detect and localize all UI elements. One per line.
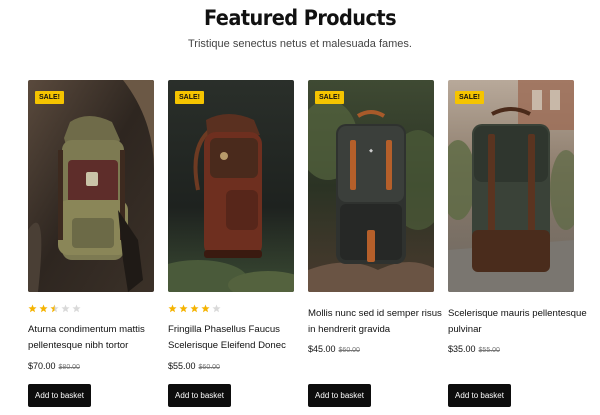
star-icon xyxy=(212,304,221,313)
star-half-icon xyxy=(50,304,59,313)
add-to-basket-button[interactable]: Add to basket xyxy=(28,384,91,407)
product-image[interactable]: SALE! xyxy=(28,80,154,292)
star-icon xyxy=(168,304,177,313)
star-icon xyxy=(190,304,199,313)
product-image[interactable]: ◆ SALE! xyxy=(308,80,434,292)
current-price: $35.00 xyxy=(448,344,476,354)
current-price: $70.00 xyxy=(28,361,56,371)
star-icon xyxy=(61,304,70,313)
product-name[interactable]: Scelerisque mauris pellentesque pulvinar xyxy=(448,306,588,338)
product-card: ◆ SALE! Mollis nunc sed id semper risus … xyxy=(308,80,442,407)
star-rating xyxy=(168,304,221,314)
product-name[interactable]: Aturna condimentum mattis pellentesque n… xyxy=(28,322,168,354)
product-price: $35.00 $55.00 xyxy=(448,344,500,354)
old-price: $80.00 xyxy=(58,364,80,371)
product-price: $45.00 $60.00 xyxy=(308,344,360,354)
product-name[interactable]: Fringilla Phasellus Faucus Scelerisque E… xyxy=(168,322,308,354)
star-icon xyxy=(28,304,37,313)
old-price: $55.00 xyxy=(478,347,500,354)
sale-badge: SALE! xyxy=(315,91,344,104)
star-rating xyxy=(28,304,81,314)
star-icon xyxy=(72,304,81,313)
product-image[interactable]: SALE! xyxy=(168,80,294,292)
old-price: $60.00 xyxy=(338,347,360,354)
current-price: $45.00 xyxy=(308,344,336,354)
page-subtitle: Tristique senectus netus et malesuada fa… xyxy=(188,38,412,50)
product-price: $70.00 $80.00 xyxy=(28,361,80,371)
star-icon xyxy=(39,304,48,313)
sale-badge: SALE! xyxy=(35,91,64,104)
add-to-basket-button[interactable]: Add to basket xyxy=(168,384,231,407)
star-icon xyxy=(201,304,210,313)
svg-text:◆: ◆ xyxy=(369,148,373,154)
product-price: $55.00 $60.00 xyxy=(168,361,220,371)
product-card: SALE! Aturna condimentum mattis pellente… xyxy=(28,80,154,407)
old-price: $60.00 xyxy=(198,364,220,371)
page-title: Featured Products xyxy=(203,6,397,30)
add-to-basket-button[interactable]: Add to basket xyxy=(448,384,511,407)
sale-badge: SALE! xyxy=(455,91,484,104)
product-card: SALE! Fringilla Phasellus Faucus Sceleri… xyxy=(168,80,294,407)
product-name[interactable]: Mollis nunc sed id semper risus in hendr… xyxy=(308,306,448,338)
star-icon xyxy=(179,304,188,313)
sale-badge: SALE! xyxy=(175,91,204,104)
add-to-basket-button[interactable]: Add to basket xyxy=(308,384,371,407)
product-card: SALE! Scelerisque mauris pellentesque pu… xyxy=(448,80,587,407)
product-image[interactable]: SALE! xyxy=(448,80,574,292)
current-price: $55.00 xyxy=(168,361,196,371)
